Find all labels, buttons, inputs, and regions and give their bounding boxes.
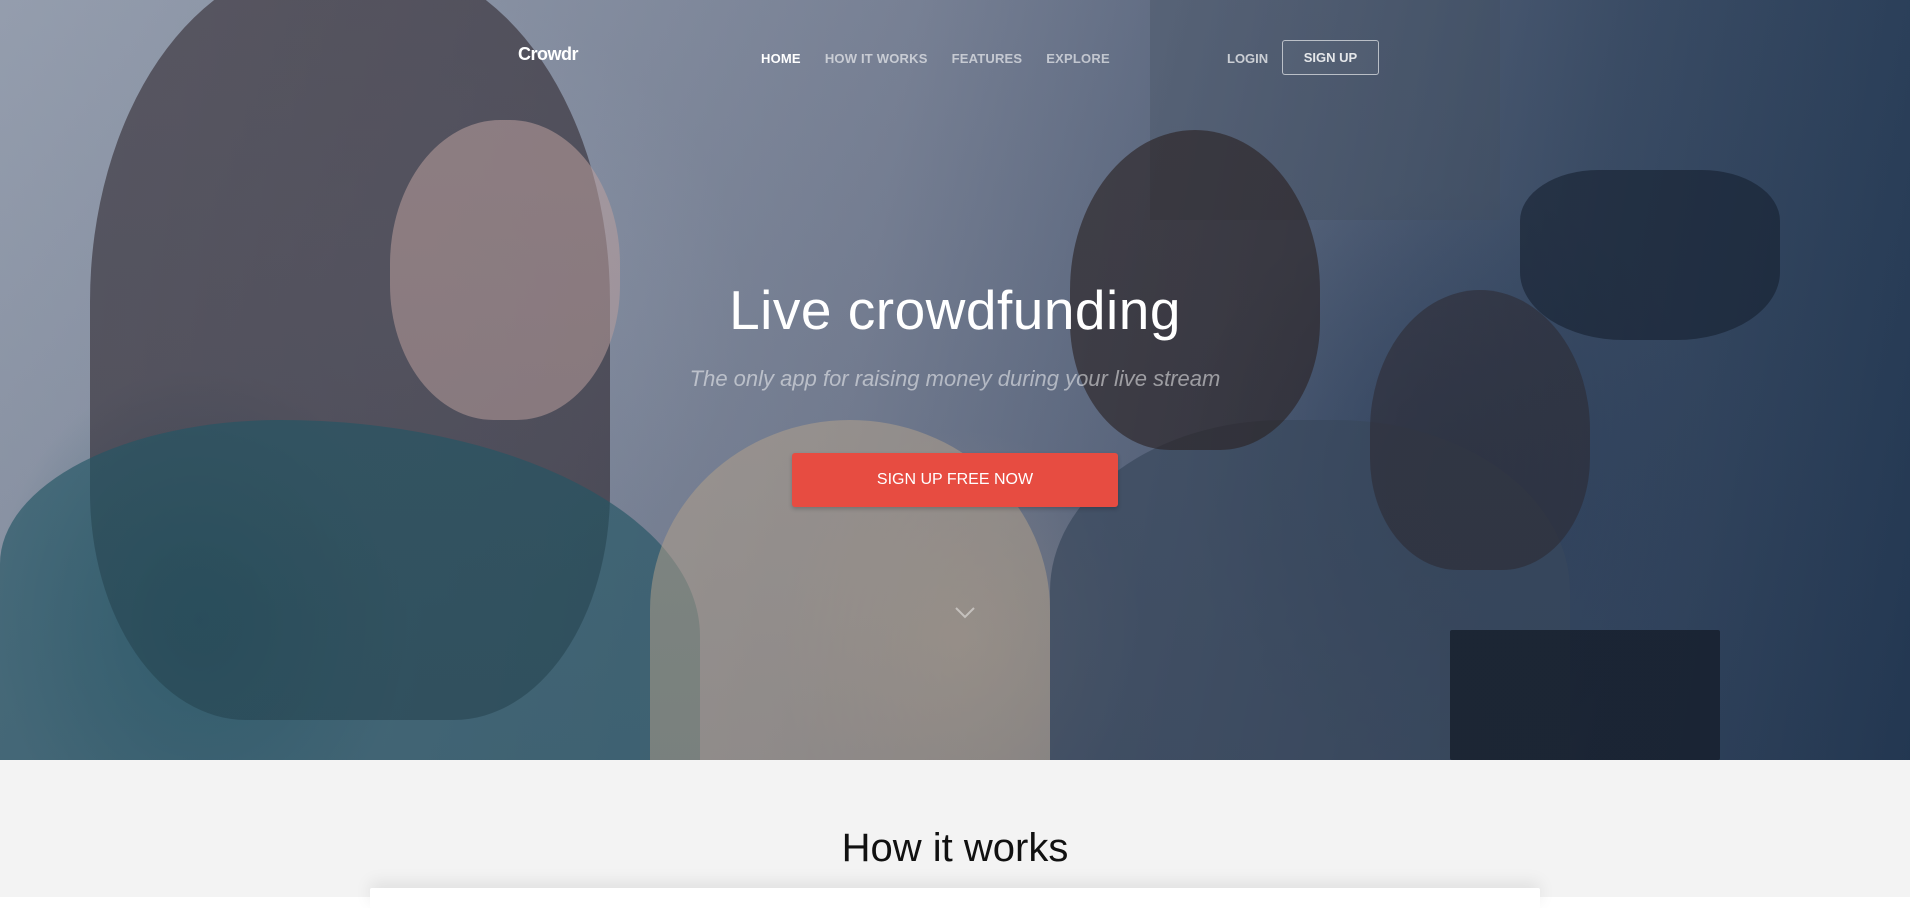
section-card — [370, 888, 1540, 908]
nav-menu: HOME HOW IT WORKS FEATURES EXPLORE — [761, 51, 1134, 66]
hero-subtitle: The only app for raising money during yo… — [689, 366, 1221, 391]
brand-logo[interactable]: Crowdr — [518, 44, 579, 65]
signup-free-button[interactable]: SIGN UP FREE NOW — [792, 453, 1118, 507]
login-link[interactable]: LOGIN — [1227, 51, 1268, 66]
nav-item-how-it-works[interactable]: HOW IT WORKS — [825, 51, 928, 66]
hero-title: Live crowdfunding — [729, 279, 1181, 341]
how-it-works-section: How it works — [0, 760, 1910, 908]
top-nav: Crowdr HOME HOW IT WORKS FEATURES EXPLOR… — [0, 0, 1910, 116]
signup-button[interactable]: SIGN UP — [1282, 40, 1379, 75]
section-title: How it works — [841, 826, 1069, 870]
nav-item-home[interactable]: HOME — [761, 51, 801, 66]
hero-section: Crowdr HOME HOW IT WORKS FEATURES EXPLOR… — [0, 0, 1910, 760]
nav-item-explore[interactable]: EXPLORE — [1046, 51, 1110, 66]
chevron-down-icon[interactable] — [955, 606, 975, 620]
nav-item-features[interactable]: FEATURES — [952, 51, 1023, 66]
